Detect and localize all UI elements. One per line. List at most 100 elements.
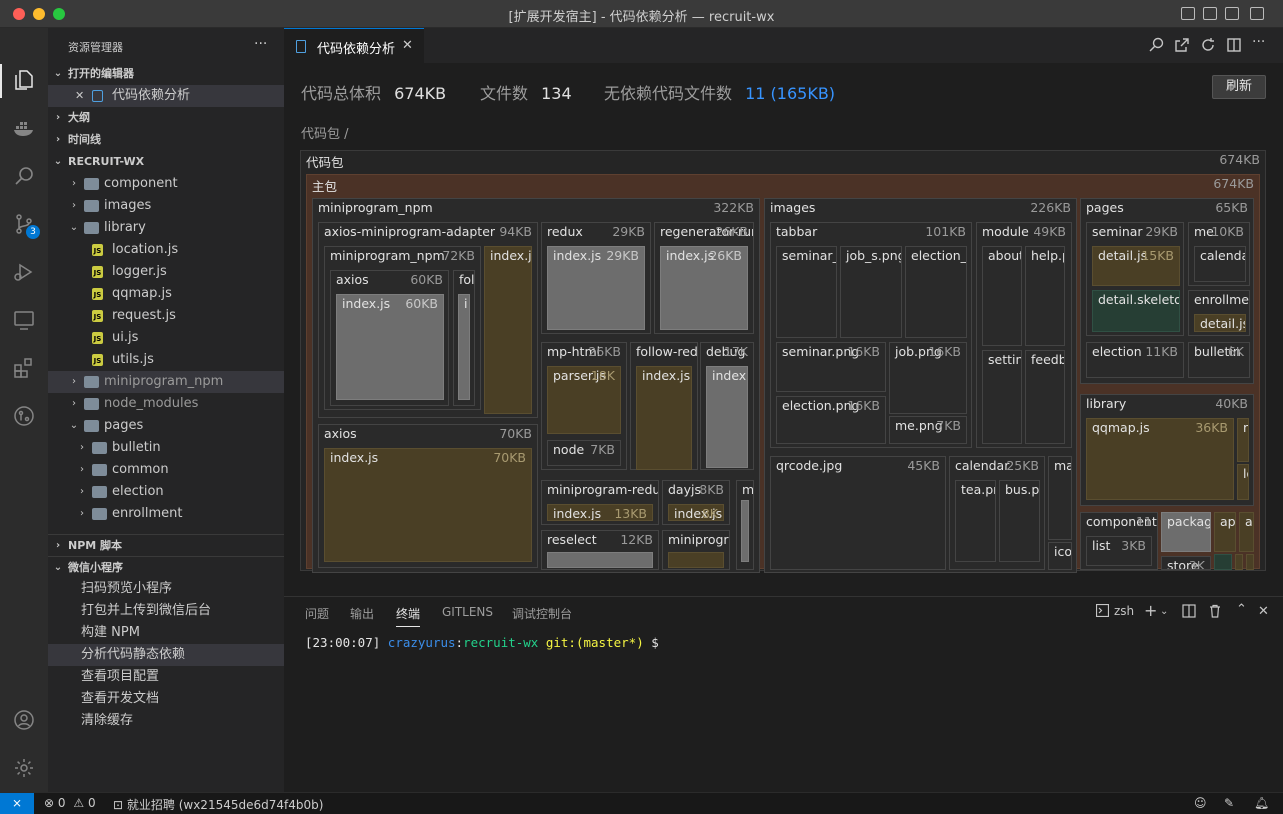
chevron-down-icon[interactable]: ⌄ bbox=[1160, 606, 1168, 617]
treemap-node[interactable]: job_s.png bbox=[840, 246, 902, 338]
treemap-node[interactable]: icon bbox=[1048, 542, 1072, 570]
treemap-node[interactable]: qqmap.js 36KB bbox=[1086, 418, 1234, 500]
search-icon[interactable] bbox=[10, 162, 38, 190]
open-editor-item[interactable]: ✕ 代码依赖分析 bbox=[48, 85, 284, 107]
run-debug-icon[interactable] bbox=[10, 258, 38, 286]
treemap-node[interactable]: index.js 60KB bbox=[336, 294, 444, 400]
treemap-node[interactable] bbox=[741, 500, 749, 562]
treemap-node[interactable]: r bbox=[1237, 418, 1249, 462]
search-icon[interactable] bbox=[1148, 37, 1164, 57]
treemap-node[interactable]: detail.js 15KB bbox=[1092, 246, 1180, 286]
tree-item[interactable]: › images bbox=[48, 195, 284, 217]
treemap-node[interactable]: seminar.png 16KB bbox=[776, 342, 886, 392]
treemap-node[interactable]: election.png 16KB bbox=[776, 396, 886, 444]
treemap-node[interactable]: store 3K bbox=[1161, 556, 1211, 570]
tab-dependency-analysis[interactable]: 代码依赖分析 ✕ bbox=[284, 28, 424, 63]
treemap-node[interactable] bbox=[1214, 554, 1232, 570]
accounts-icon[interactable] bbox=[10, 706, 38, 734]
tree-item[interactable]: › component bbox=[48, 173, 284, 195]
treemap-node[interactable]: lo bbox=[1237, 464, 1249, 500]
treemap-node[interactable] bbox=[1235, 554, 1243, 570]
treemap-node[interactable]: index.js 8K bbox=[668, 504, 724, 521]
remote-explorer-icon[interactable] bbox=[10, 306, 38, 334]
customize-layout-icon[interactable] bbox=[1250, 7, 1264, 20]
treemap-node[interactable]: feedba bbox=[1025, 350, 1065, 444]
treemap-node[interactable]: calenda bbox=[1194, 246, 1246, 282]
tree-item[interactable]: JS ui.js bbox=[48, 327, 284, 349]
toggle-primary-sidebar-icon[interactable] bbox=[1181, 7, 1195, 20]
project-section[interactable]: ⌄ RECRUIT-WX bbox=[48, 151, 284, 173]
treemap-node[interactable]: qrcode.jpg 45KB bbox=[770, 456, 946, 570]
treemap-node[interactable]: bulletin 6K bbox=[1188, 342, 1250, 378]
open-external-icon[interactable] bbox=[1174, 37, 1190, 57]
breadcrumb[interactable]: 代码包 / bbox=[301, 123, 349, 142]
treemap-node[interactable]: package bbox=[1161, 512, 1211, 552]
treemap-node[interactable]: app bbox=[1214, 512, 1236, 552]
gitlens-icon[interactable] bbox=[10, 402, 38, 430]
treemap-node[interactable]: help.p bbox=[1025, 246, 1065, 346]
wechat-command-item[interactable]: 打包并上传到微信后台 bbox=[48, 600, 284, 622]
terminal-output[interactable]: [23:00:07] crazyurus:recruit-wx git:(mas… bbox=[305, 635, 659, 650]
tree-item[interactable]: › miniprogram_npm bbox=[48, 371, 284, 393]
tree-item[interactable]: › common bbox=[48, 459, 284, 481]
wechat-command-item[interactable]: 清除缓存 bbox=[48, 710, 284, 732]
treemap-node[interactable]: index.js 29KB bbox=[547, 246, 645, 330]
treemap-node[interactable]: detail.skeleton bbox=[1092, 290, 1180, 332]
treemap-node[interactable]: map bbox=[1048, 456, 1072, 540]
treemap-node[interactable]: seminar_s bbox=[776, 246, 837, 338]
tree-item[interactable]: ⌄ library bbox=[48, 217, 284, 239]
treemap-node[interactable]: index.js 13KB bbox=[547, 504, 653, 521]
maximize-panel-icon[interactable]: ⌃ bbox=[1236, 602, 1247, 617]
copilot-icon[interactable]: ☺ bbox=[1194, 796, 1207, 810]
panel-tab[interactable]: 问题 bbox=[305, 605, 329, 622]
refresh-button[interactable]: 刷新 bbox=[1212, 75, 1266, 99]
shell-name[interactable]: zsh bbox=[1114, 604, 1134, 618]
problems-status[interactable]: ⊗ 0 ⚠ 0 bbox=[44, 796, 96, 810]
miniprogram-status[interactable]: ⊡ 就业招聘 (wx21545de6d74f4b0b) bbox=[113, 796, 323, 813]
tree-item[interactable]: › node_modules bbox=[48, 393, 284, 415]
treemap-node[interactable]: parser.js 18K bbox=[547, 366, 621, 434]
wechat-section[interactable]: ⌄ 微信小程序 bbox=[48, 556, 284, 578]
timeline-section[interactable]: › 时间线 bbox=[48, 129, 284, 151]
treemap-node[interactable]: me.png 7KB bbox=[889, 416, 967, 444]
treemap-node[interactable]: about. bbox=[982, 246, 1022, 346]
more-actions-icon[interactable]: ··· bbox=[1252, 34, 1265, 50]
treemap-node[interactable]: detail.js bbox=[1194, 314, 1246, 332]
settings-gear-icon[interactable] bbox=[10, 754, 38, 782]
tree-item[interactable]: ⌄ pages bbox=[48, 415, 284, 437]
tree-item[interactable]: › election bbox=[48, 481, 284, 503]
new-terminal-icon[interactable]: + bbox=[1144, 601, 1157, 620]
explorer-icon[interactable] bbox=[10, 66, 38, 94]
treemap-node[interactable]: bus.pn bbox=[999, 480, 1040, 562]
wechat-command-item[interactable]: 扫码预览小程序 bbox=[48, 578, 284, 600]
treemap-node[interactable]: setting bbox=[982, 350, 1022, 444]
wechat-command-item[interactable]: 查看项目配置 bbox=[48, 666, 284, 688]
tree-item[interactable]: JS utils.js bbox=[48, 349, 284, 371]
toggle-secondary-sidebar-icon[interactable] bbox=[1225, 7, 1239, 20]
treemap-node[interactable]: i bbox=[458, 294, 470, 400]
treemap-node[interactable]: election 11KB bbox=[1086, 342, 1184, 378]
treemap-node[interactable]: tea.pn bbox=[955, 480, 996, 562]
treemap-node[interactable]: job.png 16KB bbox=[889, 342, 967, 414]
tree-item[interactable]: JS logger.js bbox=[48, 261, 284, 283]
close-icon[interactable]: ✕ bbox=[75, 85, 84, 107]
trash-icon[interactable] bbox=[1208, 604, 1222, 622]
treemap-node[interactable] bbox=[668, 552, 724, 568]
treemap-node[interactable]: node 7KB bbox=[547, 440, 621, 466]
panel-tab[interactable]: 调试控制台 bbox=[512, 605, 572, 622]
docker-icon[interactable] bbox=[10, 114, 38, 142]
treemap-node[interactable]: ap bbox=[1239, 512, 1254, 552]
extensions-icon[interactable] bbox=[10, 354, 38, 382]
tree-item[interactable]: JS request.js bbox=[48, 305, 284, 327]
treemap-node[interactable]: index.js 70KB bbox=[324, 448, 532, 562]
tree-item[interactable]: › enrollment bbox=[48, 503, 284, 525]
treemap-node[interactable] bbox=[547, 552, 653, 568]
wechat-command-item[interactable]: 分析代码静态依赖 bbox=[48, 644, 284, 666]
tree-item[interactable]: JS location.js bbox=[48, 239, 284, 261]
close-panel-icon[interactable]: ✕ bbox=[1258, 604, 1269, 619]
npm-scripts-section[interactable]: › NPM 脚本 bbox=[48, 534, 284, 556]
feedback-icon[interactable]: ✎ bbox=[1224, 796, 1234, 810]
panel-tab[interactable]: GITLENS bbox=[442, 605, 493, 619]
split-terminal-icon[interactable] bbox=[1182, 604, 1196, 622]
split-editor-icon[interactable] bbox=[1226, 37, 1242, 57]
